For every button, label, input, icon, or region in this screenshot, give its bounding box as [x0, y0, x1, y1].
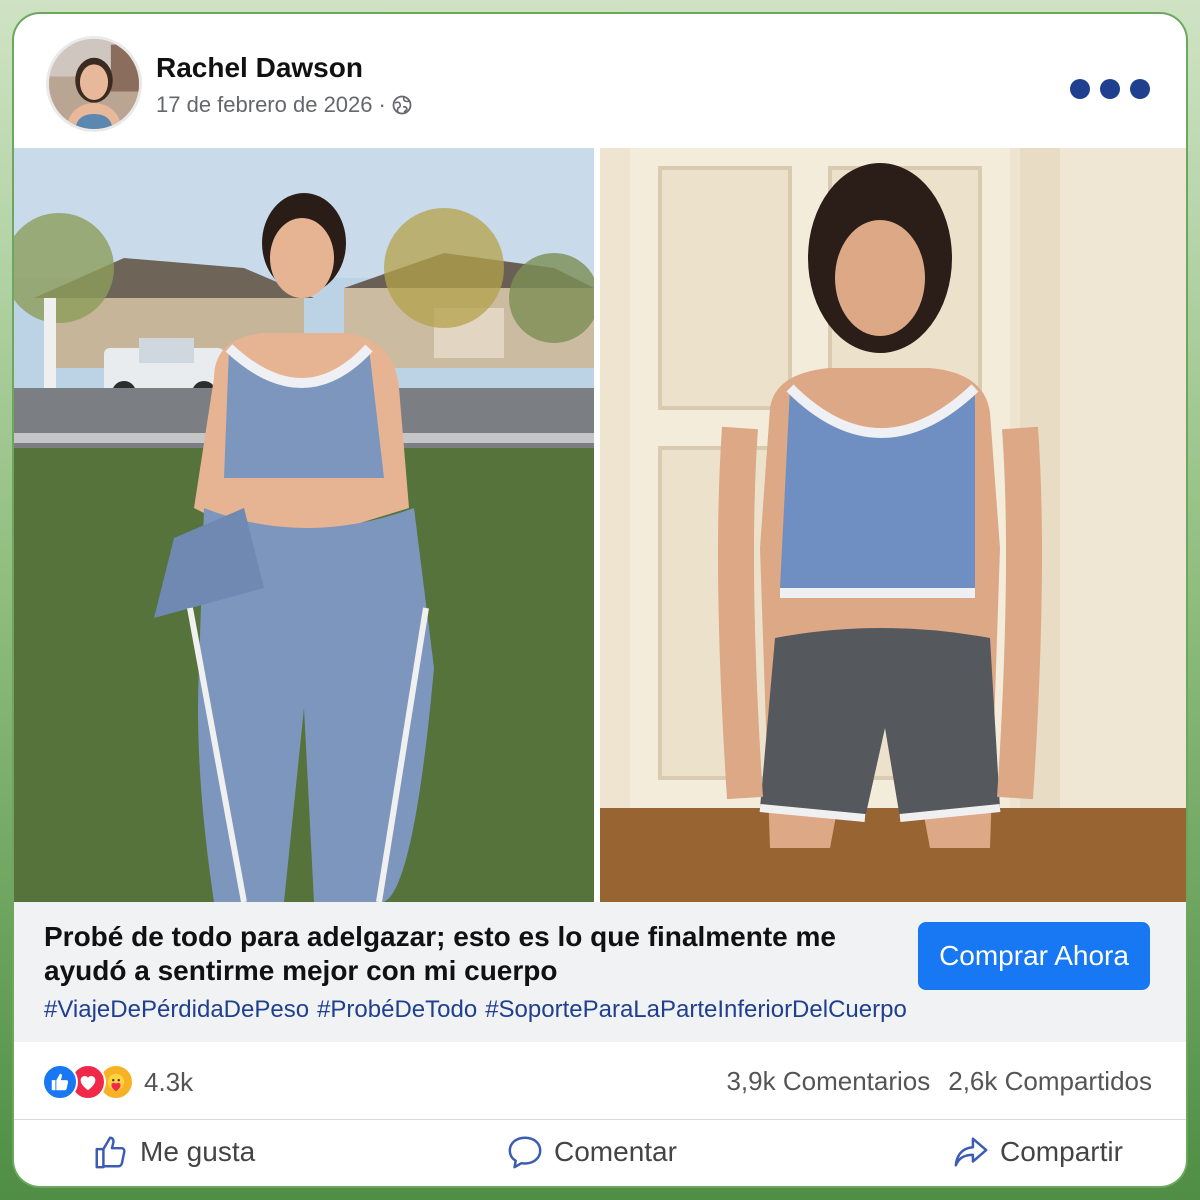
- hashtag-link[interactable]: #ViajeDePérdidaDePeso: [44, 996, 309, 1024]
- share-label: Compartir: [1000, 1136, 1123, 1167]
- engagement-stats: 4.3k 3,9k Comentarios 2,6k Compartidos: [14, 1044, 1186, 1120]
- more-options-icon[interactable]: [1070, 76, 1150, 102]
- share-count[interactable]: 2,6k Compartidos: [948, 1066, 1152, 1097]
- before-photo[interactable]: [14, 148, 594, 902]
- hashtag-list: #ViajeDePérdidaDePeso #ProbéDeTodo #Sopo…: [44, 996, 907, 1024]
- action-bar: Me gusta Comentar Compartir: [14, 1120, 1186, 1186]
- meta-separator: ·: [378, 92, 386, 117]
- reaction-count: 4.3k: [144, 1066, 194, 1097]
- comment-count[interactable]: 3,9k Comentarios: [726, 1066, 930, 1097]
- hashtag-link[interactable]: #ProbéDeTodo: [317, 996, 477, 1024]
- more-dot: [1130, 79, 1150, 99]
- like-button[interactable]: Me gusta: [92, 1132, 255, 1172]
- comment-icon: [508, 1136, 542, 1169]
- author-name[interactable]: Rachel Dawson: [156, 52, 363, 84]
- after-photo-image: [600, 148, 1186, 902]
- hashtag-link[interactable]: #SoporteParaLaParteInferiorDelCuerpo: [485, 996, 907, 1024]
- avatar-image: [49, 39, 139, 129]
- more-dot: [1100, 79, 1120, 99]
- before-photo-image: [14, 148, 594, 902]
- post-meta: 17 de febrero de 2026 ·: [156, 92, 412, 118]
- like-icon: [42, 1064, 78, 1100]
- post-date[interactable]: 17 de febrero de 2026: [156, 92, 373, 118]
- more-dot: [1070, 79, 1090, 99]
- share-icon: [954, 1137, 988, 1167]
- globe-icon: [392, 95, 412, 115]
- comment-button[interactable]: Comentar: [506, 1132, 677, 1172]
- shop-now-button[interactable]: Comprar Ahora: [918, 922, 1150, 990]
- avatar[interactable]: [46, 36, 142, 132]
- comment-label: Comentar: [554, 1136, 677, 1167]
- share-button[interactable]: Compartir: [952, 1132, 1123, 1172]
- reaction-summary[interactable]: 4.3k: [42, 1062, 193, 1102]
- stat-counts: 3,9k Comentarios 2,6k Compartidos: [726, 1066, 1152, 1097]
- ad-strip: Probé de todo para adelgazar; esto es lo…: [14, 902, 1186, 1042]
- after-photo[interactable]: [600, 148, 1186, 902]
- ad-headline[interactable]: Probé de todo para adelgazar; esto es lo…: [44, 920, 894, 988]
- post-card: Rachel Dawson 17 de febrero de 2026 · Pr…: [14, 14, 1186, 1186]
- like-icon: [95, 1136, 126, 1169]
- post-images[interactable]: [14, 148, 1186, 902]
- like-label: Me gusta: [140, 1136, 256, 1167]
